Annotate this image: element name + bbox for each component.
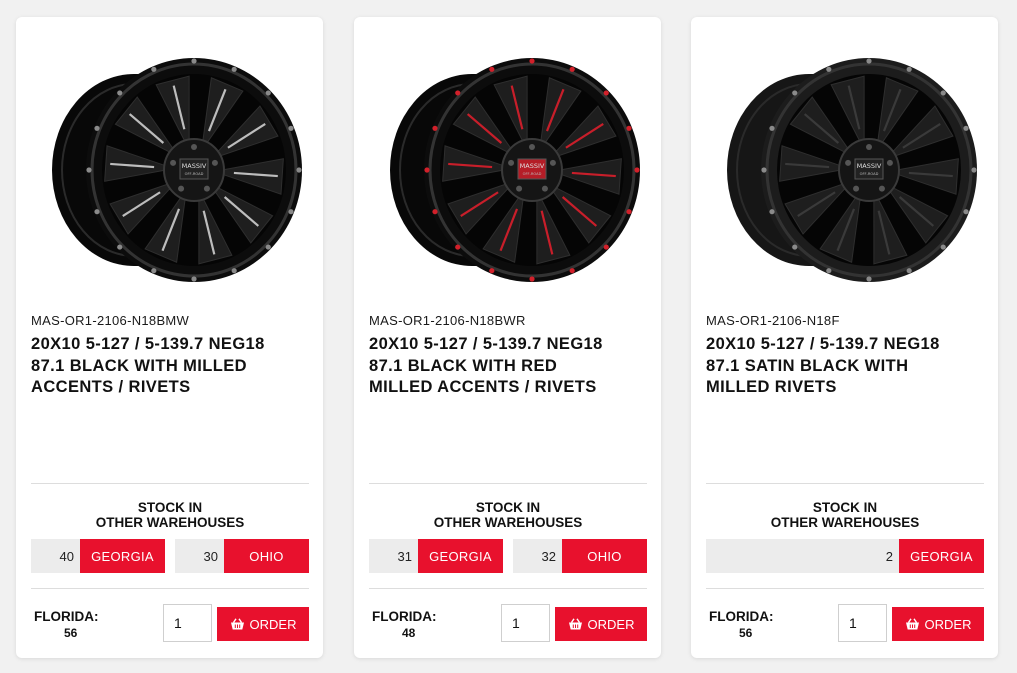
divider xyxy=(31,483,309,484)
stock-heading: STOCK IN OTHER WAREHOUSES xyxy=(31,500,309,530)
warehouse-stock-ohio: 32 OHIO xyxy=(513,539,647,573)
stock-heading: STOCK IN OTHER WAREHOUSES xyxy=(369,500,647,530)
stock-heading-line: STOCK IN xyxy=(812,500,878,515)
warehouse-button-georgia[interactable]: GEORGIA xyxy=(80,539,165,573)
divider xyxy=(706,588,984,589)
title-line: MILLED ACCENTS / RIVETS xyxy=(369,378,597,396)
svg-text:MASSIV: MASSIV xyxy=(857,162,882,170)
quantity-input[interactable] xyxy=(163,604,212,642)
svg-text:OFF-ROAD: OFF-ROAD xyxy=(185,172,204,176)
warehouse-stock-georgia: 31 GEORGIA xyxy=(369,539,503,573)
svg-text:MASSIV: MASSIV xyxy=(182,162,207,170)
warehouse-qty: 30 xyxy=(175,539,224,573)
title-line: 87.1 BLACK WITH RED xyxy=(369,356,558,375)
florida-stock: 56 xyxy=(739,626,753,640)
product-sku: MAS-OR1-2106-N18BWR xyxy=(369,313,526,328)
florida-label: FLORIDA: xyxy=(372,609,437,624)
divider xyxy=(369,588,647,589)
warehouse-qty: 32 xyxy=(513,539,562,573)
title-line: 20X10 5-127 / 5-139.7 NEG18 xyxy=(369,335,603,353)
order-label: ORDER xyxy=(924,616,972,632)
florida-label: FLORIDA: xyxy=(709,609,774,624)
title-line: 20X10 5-127 / 5-139.7 NEG18 xyxy=(31,335,265,353)
product-card: MASSIV OFF-ROAD MAS-OR1-2106-N18F 20X10 5… xyxy=(691,17,998,658)
wheel-illustration: MASSIV OFF-ROAD xyxy=(390,58,640,282)
stock-heading-line: STOCK IN xyxy=(137,500,203,515)
wheel-illustration: MASSIV OFF-ROAD xyxy=(52,58,302,282)
product-title[interactable]: 20X10 5-127 / 5-139.7 NEG18 87.1 BLACK W… xyxy=(31,334,311,399)
order-button[interactable]: ORDER xyxy=(555,607,647,641)
basket-icon xyxy=(230,617,245,631)
title-line: ACCENTS / RIVETS xyxy=(31,378,191,396)
wheel-illustration: MASSIV OFF-ROAD xyxy=(727,58,977,282)
stock-heading: STOCK IN OTHER WAREHOUSES xyxy=(706,500,984,530)
stock-heading-line: OTHER WAREHOUSES xyxy=(770,515,920,530)
quantity-input[interactable] xyxy=(838,604,887,642)
florida-stock: 48 xyxy=(402,626,416,640)
title-line: 87.1 BLACK WITH MILLED xyxy=(31,356,247,375)
product-title[interactable]: 20X10 5-127 / 5-139.7 NEG18 87.1 BLACK W… xyxy=(369,334,649,399)
product-image[interactable]: MASSIV OFF-ROAD xyxy=(374,42,644,297)
svg-text:MASSIV: MASSIV xyxy=(520,162,545,170)
svg-text:OFF-ROAD: OFF-ROAD xyxy=(860,172,879,176)
warehouse-qty: 2 xyxy=(706,539,899,573)
divider xyxy=(706,483,984,484)
svg-text:OFF-ROAD: OFF-ROAD xyxy=(523,172,542,176)
warehouse-qty: 40 xyxy=(31,539,80,573)
warehouse-button-georgia[interactable]: GEORGIA xyxy=(899,539,984,573)
florida-label: FLORIDA: xyxy=(34,609,99,624)
warehouse-stock-georgia: 2 GEORGIA xyxy=(706,539,984,573)
product-card: MASSIV OFF-ROAD MAS-OR1-2106-N18BMW 20X10… xyxy=(16,17,323,658)
warehouse-qty: 31 xyxy=(369,539,418,573)
product-title[interactable]: 20X10 5-127 / 5-139.7 NEG18 87.1 SATIN B… xyxy=(706,334,986,399)
divider xyxy=(31,588,309,589)
warehouse-stock-ohio: 30 OHIO xyxy=(175,539,309,573)
warehouse-button-ohio[interactable]: OHIO xyxy=(224,539,309,573)
title-line: MILLED RIVETS xyxy=(706,378,837,396)
stock-heading-line: STOCK IN xyxy=(475,500,541,515)
product-image[interactable]: MASSIV OFF-ROAD xyxy=(711,42,981,297)
divider xyxy=(369,483,647,484)
warehouse-stock-georgia: 40 GEORGIA xyxy=(31,539,165,573)
basket-icon xyxy=(568,617,583,631)
product-card: MASSIV OFF-ROAD MAS-OR1-2106-N18BWR 20X10… xyxy=(354,17,661,658)
title-line: 87.1 SATIN BLACK WITH xyxy=(706,356,909,375)
quantity-input[interactable] xyxy=(501,604,550,642)
stock-heading-line: OTHER WAREHOUSES xyxy=(95,515,245,530)
warehouse-button-ohio[interactable]: OHIO xyxy=(562,539,647,573)
product-sku: MAS-OR1-2106-N18F xyxy=(706,313,840,328)
order-button[interactable]: ORDER xyxy=(217,607,309,641)
warehouse-button-georgia[interactable]: GEORGIA xyxy=(418,539,503,573)
florida-stock: 56 xyxy=(64,626,78,640)
order-label: ORDER xyxy=(249,616,297,632)
product-image[interactable]: MASSIV OFF-ROAD xyxy=(36,42,306,297)
title-line: 20X10 5-127 / 5-139.7 NEG18 xyxy=(706,335,940,353)
basket-icon xyxy=(905,617,920,631)
order-label: ORDER xyxy=(587,616,635,632)
stock-heading-line: OTHER WAREHOUSES xyxy=(433,515,583,530)
order-button[interactable]: ORDER xyxy=(892,607,984,641)
product-sku: MAS-OR1-2106-N18BMW xyxy=(31,313,190,328)
